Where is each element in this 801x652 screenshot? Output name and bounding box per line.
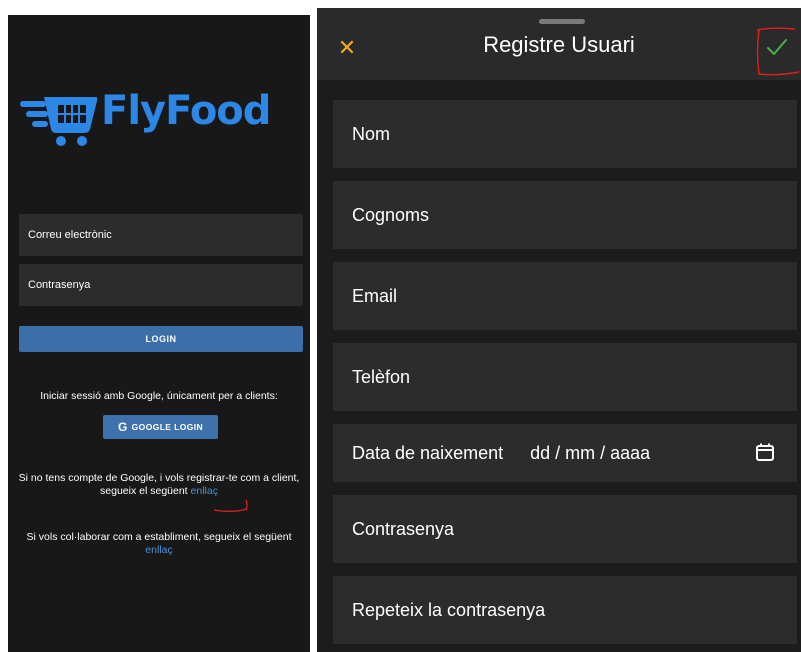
flying-cart-icon — [20, 97, 98, 146]
google-login-button[interactable]: G GOOGLE LOGIN — [103, 415, 218, 439]
birthdate-field[interactable]: Data de naixement dd / mm / aaaa — [333, 424, 797, 482]
establishment-text: Si vols col·laborar com a establiment, s… — [12, 531, 306, 557]
google-login-label: GOOGLE LOGIN — [131, 422, 204, 432]
register-header: ✕ Registre Usuari — [317, 8, 801, 80]
password-field-placeholder: Contrasenya — [352, 519, 455, 539]
page-title: Registre Usuari — [483, 32, 635, 57]
login-screen: FlyFood Correu electrònic Contrasenya LO… — [8, 15, 310, 652]
password-input[interactable]: Contrasenya — [19, 264, 303, 306]
name-field-placeholder: Nom — [352, 124, 391, 144]
password-field[interactable]: Contrasenya — [333, 495, 797, 563]
red-circle-annotation — [756, 27, 800, 76]
repeat-password-field[interactable]: Repeteix la contrasenya — [333, 576, 797, 644]
register-client-description: Si no tens compte de Google, i vols regi… — [18, 472, 300, 497]
calendar-icon[interactable] — [755, 442, 775, 462]
birthdate-value[interactable]: dd / mm / aaaa — [530, 424, 650, 482]
establishment-description: Si vols col·laborar com a establiment, s… — [26, 531, 292, 543]
logo-text: FlyFood — [101, 88, 271, 134]
register-client-text: Si no tens compte de Google, i vols regi… — [12, 472, 306, 498]
email-field[interactable]: Email — [333, 262, 797, 330]
password-input-placeholder: Contrasenya — [28, 279, 91, 291]
google-login-prompt: Iniciar sessió amb Google, únicament per… — [40, 390, 278, 402]
flyfood-logo: FlyFood — [18, 85, 308, 149]
birthdate-label: Data de naixement — [352, 443, 504, 463]
surname-field[interactable]: Cognoms — [333, 181, 797, 249]
repeat-password-field-placeholder: Repeteix la contrasenya — [352, 600, 546, 620]
email-field-placeholder: Email — [352, 286, 398, 306]
establishment-link[interactable]: enllaç — [145, 544, 172, 556]
phone-field-placeholder: Telèfon — [352, 367, 411, 387]
name-field[interactable]: Nom — [333, 100, 797, 168]
login-button[interactable]: LOGIN — [19, 326, 303, 352]
email-input-placeholder: Correu electrònic — [28, 229, 112, 241]
email-input[interactable]: Correu electrònic — [19, 214, 303, 256]
register-screen: ✕ Registre Usuari Nom Cognoms Email Telè… — [317, 8, 801, 652]
register-client-link[interactable]: enllaç — [191, 485, 218, 497]
google-icon: G — [117, 420, 128, 434]
phone-field[interactable]: Telèfon — [333, 343, 797, 411]
drag-handle[interactable] — [539, 19, 585, 24]
red-underline-annotation — [213, 499, 248, 512]
surname-field-placeholder: Cognoms — [352, 205, 430, 225]
